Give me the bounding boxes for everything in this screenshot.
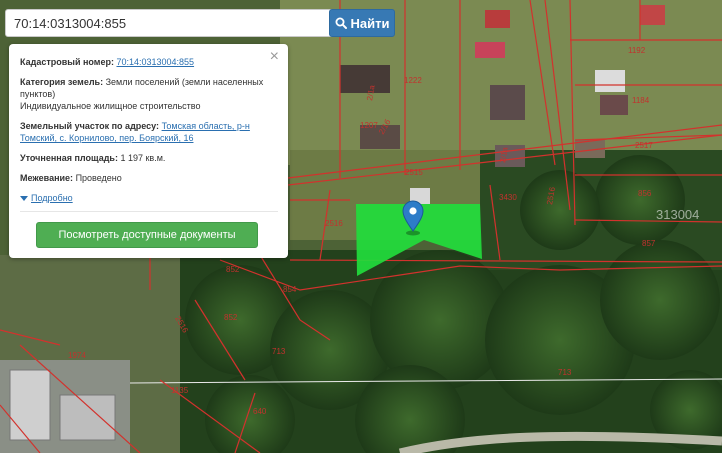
- parcel-label: 857: [642, 239, 656, 248]
- view-documents-button[interactable]: Посмотреть доступные документы: [36, 222, 258, 248]
- parcel-label: 856: [638, 189, 652, 198]
- search-icon: [335, 17, 347, 29]
- caret-down-icon: [20, 195, 28, 201]
- area-label: Уточненная площадь:: [20, 153, 118, 163]
- parcel-label: 713: [272, 347, 286, 356]
- parcel-label: 1192: [628, 46, 646, 55]
- parcel-label: 2516: [325, 219, 343, 228]
- cadastral-number-link[interactable]: 70:14:0313004:855: [116, 57, 194, 67]
- land-category-row: Категория земель: Земли поселений (земли…: [20, 76, 278, 112]
- parcel-label: 852: [226, 265, 240, 274]
- parcel-label: 640: [253, 407, 267, 416]
- parcel-label: 1135: [171, 386, 189, 395]
- parcel-label: 3430: [499, 193, 517, 202]
- parcel-label: 852: [224, 313, 238, 322]
- survey-value: Проведено: [75, 173, 122, 183]
- area-value: 1 197 кв.м.: [120, 153, 166, 163]
- parcel-label: 2515: [405, 168, 423, 177]
- parcel-label: 1222: [404, 76, 422, 85]
- address-row: Земельный участок по адресу: Томская обл…: [20, 120, 278, 144]
- area-row: Уточненная площадь: 1 197 кв.м.: [20, 152, 278, 164]
- parcel-info-popup: × Кадастровый номер: 70:14:0313004:855 К…: [9, 44, 288, 258]
- close-icon[interactable]: ×: [270, 49, 279, 65]
- land-usage-value: Индивидуальное жилищное строительство: [20, 101, 201, 111]
- details-label: Подробно: [31, 193, 73, 203]
- search-input[interactable]: [5, 9, 335, 37]
- land-category-label: Категория земель:: [20, 77, 104, 87]
- quarter-label: 313004: [656, 207, 699, 222]
- cadastral-number-label: Кадастровый номер:: [20, 57, 114, 67]
- survey-row: Межевание: Проведено: [20, 172, 278, 184]
- details-toggle[interactable]: Подробно: [20, 192, 278, 212]
- search-button[interactable]: Найти: [329, 9, 395, 37]
- parcel-label: 1974: [68, 351, 86, 360]
- address-label: Земельный участок по адресу:: [20, 121, 160, 131]
- search-button-label: Найти: [350, 15, 390, 31]
- parcel-label: 713: [558, 368, 572, 377]
- parcel-label: 1184: [632, 96, 650, 105]
- parcel-label: 1207: [360, 121, 378, 130]
- cadastral-number-row: Кадастровый номер: 70:14:0313004:855: [20, 56, 278, 68]
- building-complex: [0, 360, 130, 453]
- parcel-label: 2517: [635, 141, 653, 150]
- survey-label: Межевание:: [20, 173, 74, 183]
- parcel-label: 854: [283, 285, 297, 294]
